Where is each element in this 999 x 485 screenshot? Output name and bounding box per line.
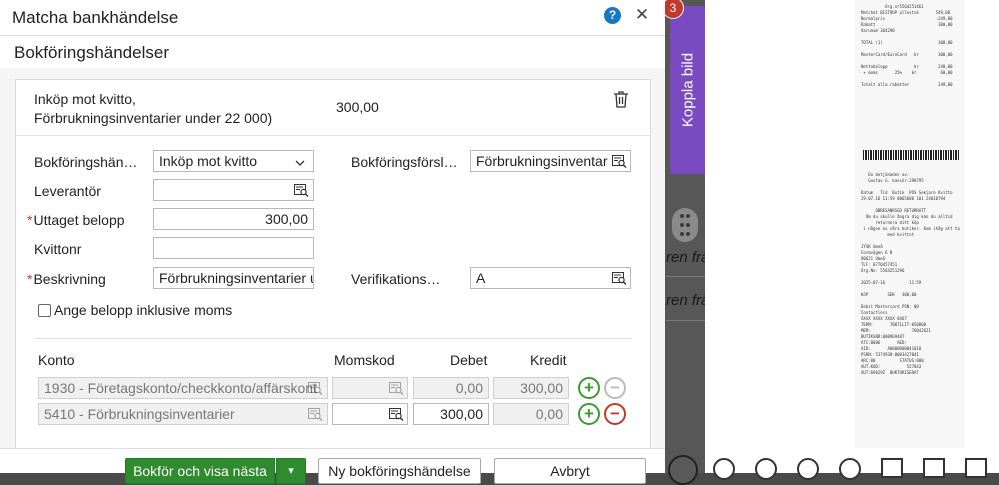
koppla-bild-label: Koppla bild [679, 52, 696, 128]
summary-description: Inköp mot kvitto, Förbrukningsinventarie… [34, 90, 272, 128]
lookup-icon [389, 382, 404, 395]
crop-icon[interactable] [881, 458, 903, 478]
zoom-out-icon[interactable] [755, 458, 777, 480]
uttaget-belopp-field[interactable]: 300,00 [153, 208, 314, 230]
summary-description-line: Inköp mot kvitto, [34, 91, 136, 107]
uttaget-belopp-text: Uttaget belopp [33, 212, 125, 228]
bokforingshandelse-value: Inköp mot kvitto [159, 153, 258, 169]
add-row-button[interactable]: + [578, 403, 600, 425]
leverantor-field[interactable] [153, 179, 314, 201]
remove-row-button: − [604, 377, 626, 399]
beskrivning-field[interactable]: Förbrukningsinventarier u [153, 267, 314, 289]
column-header-kredit: Kredit [530, 352, 567, 368]
table-row-kredit: 300,00 [493, 377, 569, 399]
drag-handle-icon[interactable] [672, 208, 698, 242]
beskrivning-text: Beskrivning [33, 271, 106, 287]
table-row-debet[interactable]: 300,00 [413, 403, 489, 425]
koppla-bild-tab[interactable]: Koppla bild [670, 6, 705, 174]
expand-icon[interactable] [965, 458, 987, 478]
background-row-divider [666, 320, 706, 321]
column-header-momskod: Momskod [334, 352, 395, 368]
book-options-dropdown-button[interactable]: ▾ [276, 458, 306, 484]
kvittonr-field[interactable] [153, 237, 314, 259]
receipt-viewer: Org.nr5564251461 Matchat BISTROP allovts… [705, 0, 999, 480]
bokforingsforslag-field[interactable]: Förbrukningsinventar [470, 150, 631, 172]
dialog-header: Matcha bankhändelse ? ✕ [0, 0, 665, 36]
uttaget-belopp-label: *Uttaget belopp [27, 212, 125, 228]
help-icon[interactable]: ? [604, 7, 621, 24]
background-circle-button [668, 455, 698, 485]
chevron-down-icon [295, 155, 305, 171]
print-icon[interactable] [923, 458, 945, 478]
rotate-icon[interactable] [797, 458, 819, 480]
remove-row-button[interactable]: − [604, 403, 626, 425]
fit-icon[interactable] [839, 458, 861, 480]
table-row-konto: 1930 - Företagskonto/checkkonto/affärsko… [38, 377, 328, 399]
table-row-debet: 0,00 [413, 377, 489, 399]
kvittonr-label: Kvittonr [34, 241, 82, 257]
moms-checkbox-label: Ange belopp inklusive moms [54, 302, 233, 318]
close-icon[interactable]: ✕ [634, 5, 650, 25]
lookup-icon [308, 382, 323, 395]
receipt-barcode [863, 150, 959, 160]
lookup-icon[interactable] [612, 155, 627, 168]
bokforingsforslag-value: Förbrukningsinventar [476, 153, 608, 169]
verifikationsserie-field[interactable]: A [470, 267, 631, 289]
booking-summary[interactable]: Inköp mot kvitto, Förbrukningsinventarie… [16, 80, 650, 136]
summary-amount: 300,00 [336, 99, 379, 115]
required-mark: * [27, 271, 33, 287]
booking-event-card: Inköp mot kvitto, Förbrukningsinventarie… [15, 79, 651, 449]
bokforingshandelse-label: Bokföringshän… [34, 154, 138, 170]
zoom-in-icon[interactable] [713, 458, 735, 480]
add-row-button[interactable]: + [578, 377, 600, 399]
receipt-image: Org.nr5564251461 Matchat BISTROP allovts… [855, 0, 965, 450]
lookup-icon[interactable] [389, 408, 404, 421]
section-title: Bokföringshändelser [14, 43, 169, 62]
beskrivning-label: *Beskrivning [27, 271, 106, 287]
match-bank-event-dialog: Matcha bankhändelse ? ✕ Bokföringshändel… [0, 0, 665, 473]
book-and-show-next-button[interactable]: Bokför och visa nästa [125, 458, 275, 484]
cancel-button[interactable]: Avbryt [494, 458, 646, 484]
lookup-icon [308, 408, 323, 421]
column-header-konto: Konto [38, 352, 75, 368]
table-divider [34, 338, 632, 339]
lookup-icon[interactable] [612, 272, 627, 285]
trash-icon[interactable] [613, 90, 629, 108]
column-header-debet: Debet [450, 352, 488, 368]
verifikationsserie-label: Verifikations… [351, 271, 441, 287]
new-booking-event-button[interactable]: Ny bokföringshändelse [318, 458, 481, 484]
leverantor-label: Leverantör [34, 183, 101, 199]
summary-description-line: Förbrukningsinventarier under 22 000) [34, 110, 273, 126]
required-mark: * [27, 212, 33, 228]
table-row-kredit: 0,00 [493, 403, 569, 425]
moms-checkbox[interactable] [38, 304, 51, 317]
bokforingsforslag-label: Bokföringsförsl… [351, 154, 458, 170]
dialog-title: Matcha bankhändelse [12, 8, 179, 27]
table-row-konto: 5410 - Förbrukningsinventarier [38, 403, 328, 425]
bokforingshandelse-select[interactable]: Inköp mot kvitto [153, 150, 314, 172]
background-row-divider [666, 276, 706, 277]
lookup-icon[interactable] [294, 184, 309, 197]
